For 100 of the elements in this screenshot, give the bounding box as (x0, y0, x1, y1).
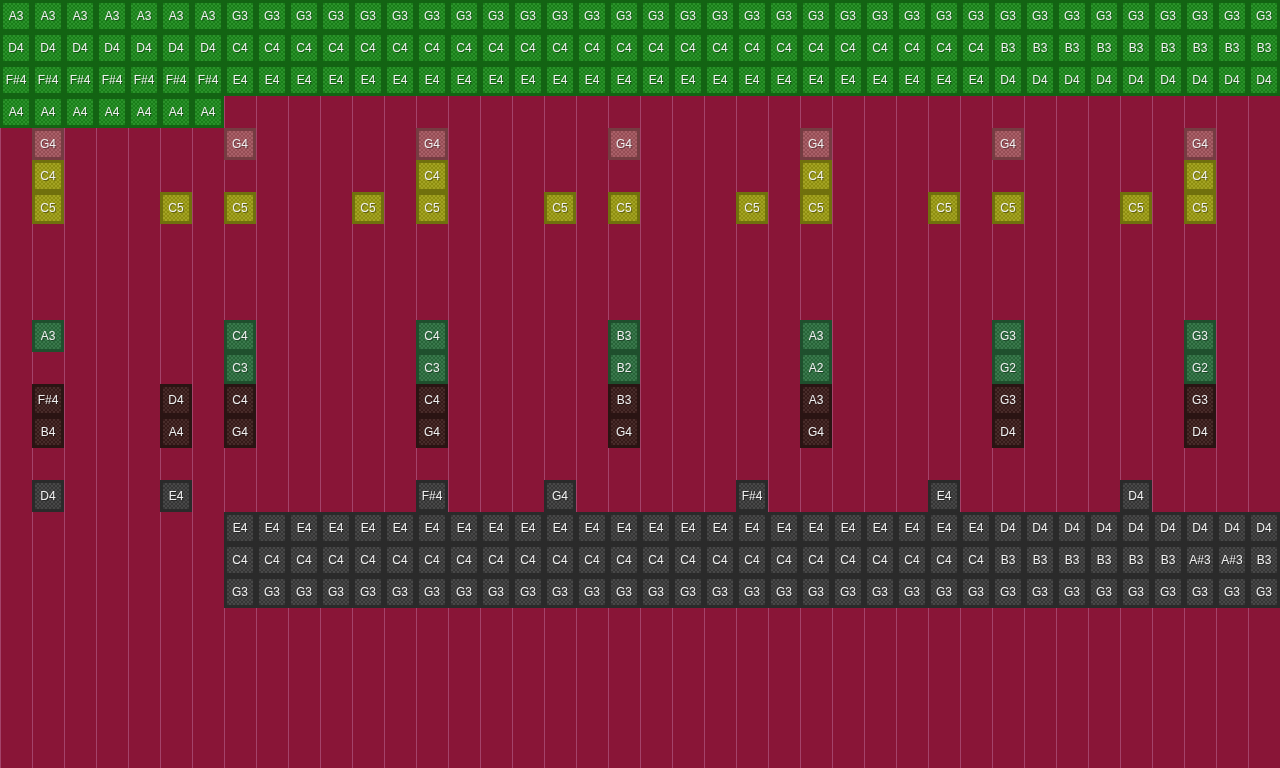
note-block[interactable]: D4 (1216, 64, 1248, 96)
note-block[interactable]: D4 (1184, 416, 1216, 448)
note-block[interactable]: E4 (672, 512, 704, 544)
note-block[interactable]: E4 (256, 64, 288, 96)
note-block[interactable]: A4 (0, 96, 32, 128)
note-block[interactable]: C5 (544, 192, 576, 224)
note-block[interactable]: G4 (1184, 128, 1216, 160)
note-block[interactable]: G3 (768, 576, 800, 608)
note-block[interactable]: C4 (800, 160, 832, 192)
note-block[interactable]: G3 (1216, 0, 1248, 32)
note-block[interactable]: C4 (416, 320, 448, 352)
note-block[interactable]: E4 (640, 512, 672, 544)
note-block[interactable]: G3 (992, 384, 1024, 416)
note-block[interactable]: C4 (32, 160, 64, 192)
note-block[interactable]: G3 (288, 0, 320, 32)
note-block[interactable]: G3 (928, 0, 960, 32)
note-block[interactable]: C4 (672, 32, 704, 64)
note-block[interactable]: E4 (384, 512, 416, 544)
note-block[interactable]: G3 (608, 576, 640, 608)
note-block[interactable]: B3 (1216, 32, 1248, 64)
note-block[interactable]: C5 (32, 192, 64, 224)
note-block[interactable]: E4 (832, 64, 864, 96)
note-block[interactable]: B3 (1024, 32, 1056, 64)
note-block[interactable]: C4 (288, 544, 320, 576)
note-block[interactable]: B3 (1120, 32, 1152, 64)
note-block[interactable]: A3 (800, 384, 832, 416)
note-block[interactable]: A3 (800, 320, 832, 352)
note-block[interactable]: E4 (704, 64, 736, 96)
note-block[interactable]: C4 (384, 32, 416, 64)
note-block[interactable]: A4 (160, 96, 192, 128)
note-block[interactable]: D4 (1120, 512, 1152, 544)
note-block[interactable]: G4 (224, 128, 256, 160)
note-block[interactable]: G3 (1088, 576, 1120, 608)
note-block[interactable]: D4 (1056, 64, 1088, 96)
note-block[interactable]: D4 (1088, 512, 1120, 544)
note-block[interactable]: C4 (544, 544, 576, 576)
note-block[interactable]: G3 (640, 576, 672, 608)
note-block[interactable]: F#4 (64, 64, 96, 96)
note-block[interactable]: A#3 (1216, 544, 1248, 576)
note-block[interactable]: G3 (960, 576, 992, 608)
note-block[interactable]: C4 (416, 160, 448, 192)
note-block[interactable]: G3 (896, 0, 928, 32)
note-block[interactable]: E4 (704, 512, 736, 544)
note-block[interactable]: F#4 (160, 64, 192, 96)
note-block[interactable]: E4 (608, 512, 640, 544)
note-block[interactable]: D4 (160, 384, 192, 416)
note-block[interactable]: C4 (928, 32, 960, 64)
note-block[interactable]: B3 (1056, 544, 1088, 576)
note-block[interactable]: C5 (928, 192, 960, 224)
note-block[interactable]: E4 (320, 512, 352, 544)
note-block[interactable]: E4 (640, 64, 672, 96)
note-block[interactable]: C4 (512, 544, 544, 576)
note-block[interactable]: B3 (1248, 32, 1280, 64)
note-block[interactable]: E4 (544, 512, 576, 544)
note-block[interactable]: G3 (544, 576, 576, 608)
note-block[interactable]: A3 (64, 0, 96, 32)
note-block[interactable]: C4 (640, 32, 672, 64)
note-block[interactable]: D4 (32, 32, 64, 64)
note-block[interactable]: C4 (1184, 160, 1216, 192)
note-block[interactable]: E4 (352, 64, 384, 96)
note-block[interactable]: C4 (960, 32, 992, 64)
note-block[interactable]: E4 (768, 512, 800, 544)
note-block[interactable]: G4 (224, 416, 256, 448)
note-block[interactable]: C5 (992, 192, 1024, 224)
note-block[interactable]: E4 (544, 64, 576, 96)
note-block[interactable]: G3 (832, 0, 864, 32)
note-block[interactable]: G3 (992, 576, 1024, 608)
note-block[interactable]: G3 (544, 0, 576, 32)
note-block[interactable]: G3 (896, 576, 928, 608)
note-block[interactable]: C4 (672, 544, 704, 576)
note-block[interactable]: C5 (352, 192, 384, 224)
note-block[interactable]: E4 (800, 512, 832, 544)
note-block[interactable]: E4 (864, 64, 896, 96)
note-block[interactable]: G3 (864, 0, 896, 32)
note-block[interactable]: G3 (864, 576, 896, 608)
note-block[interactable]: C4 (768, 544, 800, 576)
note-block[interactable]: G4 (32, 128, 64, 160)
note-block[interactable]: G3 (992, 0, 1024, 32)
note-block[interactable]: F#4 (736, 480, 768, 512)
note-block[interactable]: D4 (32, 480, 64, 512)
note-block[interactable]: C4 (544, 32, 576, 64)
note-block[interactable]: E4 (576, 64, 608, 96)
note-block[interactable]: E4 (288, 512, 320, 544)
note-block[interactable]: A4 (32, 96, 64, 128)
note-block[interactable]: G3 (960, 0, 992, 32)
note-block[interactable]: C4 (256, 544, 288, 576)
note-block[interactable]: G3 (640, 0, 672, 32)
note-block[interactable]: G3 (320, 576, 352, 608)
note-block[interactable]: G3 (800, 0, 832, 32)
note-block[interactable]: G3 (800, 576, 832, 608)
note-block[interactable]: G4 (608, 416, 640, 448)
note-block[interactable]: C4 (960, 544, 992, 576)
note-block[interactable]: G2 (992, 352, 1024, 384)
note-block[interactable]: G4 (800, 416, 832, 448)
note-block[interactable]: C4 (832, 32, 864, 64)
note-block[interactable]: B3 (1152, 544, 1184, 576)
note-block[interactable]: G3 (256, 576, 288, 608)
note-block[interactable]: C5 (1120, 192, 1152, 224)
note-block[interactable]: G3 (608, 0, 640, 32)
note-block[interactable]: C4 (480, 32, 512, 64)
